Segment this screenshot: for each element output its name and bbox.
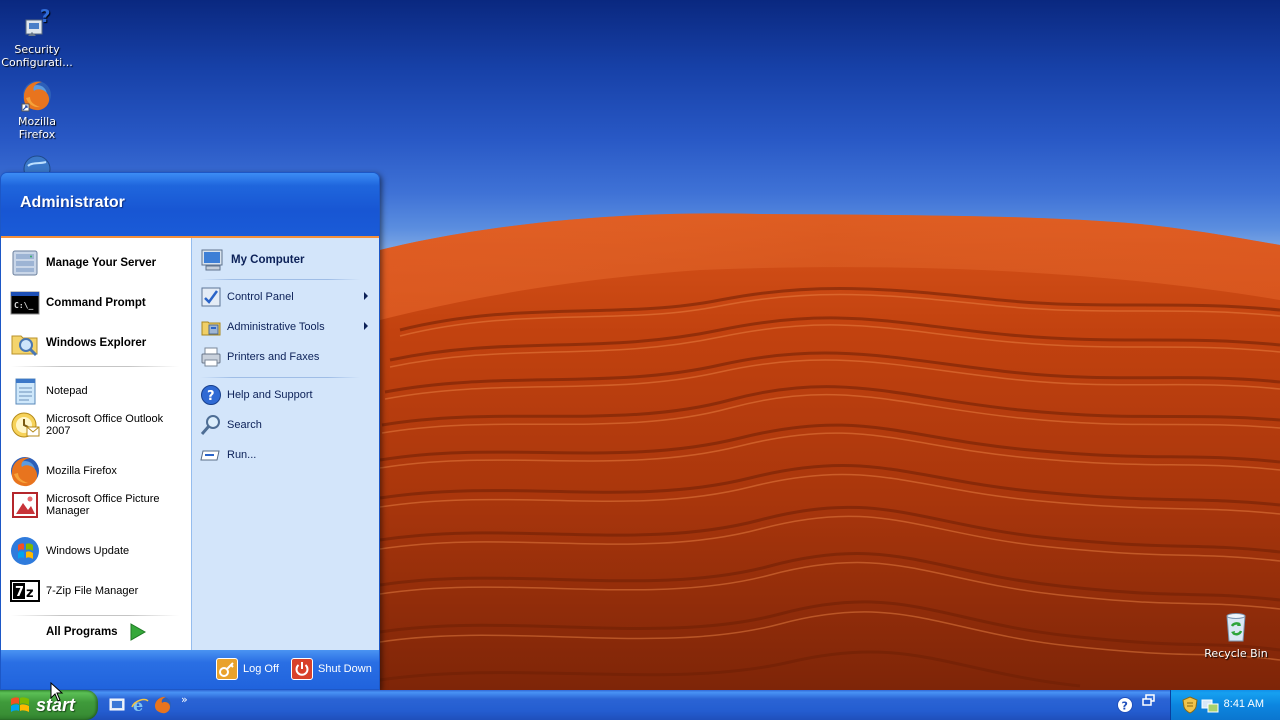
menu-item-notepad[interactable]: Notepad xyxy=(9,375,185,407)
svg-text:C:\_: C:\_ xyxy=(14,301,33,310)
control-panel-icon xyxy=(200,286,222,308)
menu-item-windows-update[interactable]: Windows Update xyxy=(9,535,185,567)
picture-manager-icon xyxy=(9,489,41,521)
firefox-icon xyxy=(9,455,41,487)
submenu-arrow-icon xyxy=(364,322,368,330)
desktop-icon-security-config[interactable]: ? Security Configurati... xyxy=(0,6,74,69)
outlook-icon xyxy=(9,409,41,441)
svg-text:?: ? xyxy=(40,6,50,27)
internet-explorer-icon[interactable]: e xyxy=(131,696,149,715)
firefox-icon[interactable] xyxy=(154,696,172,714)
windows-explorer-icon xyxy=(9,327,41,359)
run-icon xyxy=(200,444,222,466)
security-shield-icon[interactable] xyxy=(1181,696,1199,714)
user-name: Administrator xyxy=(20,194,125,211)
menu-item-command-prompt[interactable]: C:\_ Command Prompt xyxy=(9,287,185,319)
network-icon[interactable] xyxy=(1201,696,1219,714)
menu-item-help-support[interactable]: ? Help and Support xyxy=(200,384,376,406)
search-icon xyxy=(200,414,222,436)
menu-item-administrative-tools[interactable]: Administrative Tools xyxy=(200,316,376,338)
log-off-button[interactable]: Log Off xyxy=(216,658,279,680)
windows-update-icon xyxy=(9,535,41,567)
menu-item-label: 7-Zip File Manager xyxy=(46,585,139,597)
menu-item-firefox[interactable]: Mozilla Firefox xyxy=(9,455,185,487)
restore-icon[interactable] xyxy=(1142,694,1160,712)
menu-item-label: Windows Update xyxy=(46,545,130,557)
menu-item-label: Control Panel xyxy=(227,291,294,303)
quick-launch-overflow[interactable]: » xyxy=(181,693,188,706)
green-arrow-icon xyxy=(128,623,146,641)
start-menu: Administrator Manage Your Server C:\_ Co… xyxy=(0,172,380,690)
menu-item-label: My Computer xyxy=(231,254,305,266)
shut-down-button[interactable]: Shut Down xyxy=(291,658,372,680)
start-menu-places: My Computer Control Panel Administrative… xyxy=(191,238,379,650)
firefox-icon xyxy=(20,78,54,112)
menu-separator xyxy=(11,615,179,616)
desktop-icon-recycle-bin[interactable]: Recycle Bin xyxy=(1199,610,1273,660)
menu-item-picture-manager[interactable]: Microsoft Office Picture Manager xyxy=(9,489,185,521)
log-off-label: Log Off xyxy=(243,663,279,675)
key-icon xyxy=(216,658,238,680)
all-programs-button[interactable]: All Programs xyxy=(46,623,146,641)
show-desktop-icon[interactable] xyxy=(108,696,126,714)
start-menu-programs: Manage Your Server C:\_ Command Prompt W… xyxy=(1,238,191,650)
power-icon xyxy=(291,658,313,680)
menu-item-label: Microsoft Office Picture Manager xyxy=(46,493,160,517)
desktop-icon-firefox[interactable]: Mozilla Firefox xyxy=(0,78,74,141)
menu-item-label: Microsoft Office Outlook 2007 xyxy=(46,413,164,437)
svg-text:?: ? xyxy=(207,389,215,404)
svg-text:z: z xyxy=(26,586,34,601)
all-programs-label: All Programs xyxy=(46,626,118,638)
security-config-icon: ? xyxy=(20,6,54,40)
system-tray: 8:41 AM xyxy=(1170,690,1280,720)
menu-separator xyxy=(200,279,360,280)
menu-item-outlook[interactable]: Microsoft Office Outlook 2007 xyxy=(9,409,185,441)
start-button[interactable]: start xyxy=(0,690,98,720)
notepad-icon xyxy=(9,375,41,407)
menu-item-label: Printers and Faxes xyxy=(227,351,320,363)
menu-item-manage-server[interactable]: Manage Your Server xyxy=(9,247,185,279)
start-menu-header: Administrator xyxy=(1,173,379,238)
menu-item-my-computer[interactable]: My Computer xyxy=(200,247,376,273)
mouse-cursor-icon xyxy=(50,681,64,702)
my-computer-icon xyxy=(200,247,226,273)
taskbar: start e » ? 8:41 AM xyxy=(0,690,1280,720)
menu-item-label: Notepad xyxy=(46,385,88,397)
menu-item-label: Administrative Tools xyxy=(227,321,325,333)
menu-item-control-panel[interactable]: Control Panel xyxy=(200,286,376,308)
menu-item-label: Manage Your Server xyxy=(46,257,157,269)
clock[interactable]: 8:41 AM xyxy=(1224,698,1264,710)
submenu-arrow-icon xyxy=(364,292,368,300)
menu-item-label: Help and Support xyxy=(227,389,313,401)
desktop-icon-label: Mozilla Firefox xyxy=(18,115,56,141)
menu-separator xyxy=(11,366,179,367)
desktop-icon-label: Security Configurati... xyxy=(1,43,73,69)
menu-item-label: Run... xyxy=(227,449,257,461)
recycle-bin-icon xyxy=(1219,610,1253,644)
menu-item-label: Mozilla Firefox xyxy=(46,465,117,477)
menu-separator xyxy=(200,377,360,378)
help-icon: ? xyxy=(200,384,222,406)
svg-text:e: e xyxy=(133,696,143,714)
command-prompt-icon: C:\_ xyxy=(9,287,41,319)
menu-item-run[interactable]: Run... xyxy=(200,444,376,466)
menu-item-search[interactable]: Search xyxy=(200,414,376,436)
menu-item-label: Command Prompt xyxy=(46,297,146,309)
menu-item-printers-faxes[interactable]: Printers and Faxes xyxy=(200,346,376,368)
help-icon[interactable]: ? xyxy=(1116,696,1134,714)
printer-icon xyxy=(200,346,222,368)
menu-item-label: Windows Explorer xyxy=(46,337,147,349)
admin-tools-icon xyxy=(200,316,222,338)
shut-down-label: Shut Down xyxy=(318,663,372,675)
desktop-icon-label: Recycle Bin xyxy=(1204,647,1268,660)
menu-item-7zip[interactable]: 7 z 7-Zip File Manager xyxy=(9,575,185,607)
svg-text:7: 7 xyxy=(15,585,24,600)
svg-text:?: ? xyxy=(1122,700,1128,713)
windows-logo-icon xyxy=(10,696,30,714)
7zip-icon: 7 z xyxy=(9,575,41,607)
menu-item-label: Search xyxy=(227,419,262,431)
manage-server-icon xyxy=(9,247,41,279)
menu-item-windows-explorer[interactable]: Windows Explorer xyxy=(9,327,185,359)
